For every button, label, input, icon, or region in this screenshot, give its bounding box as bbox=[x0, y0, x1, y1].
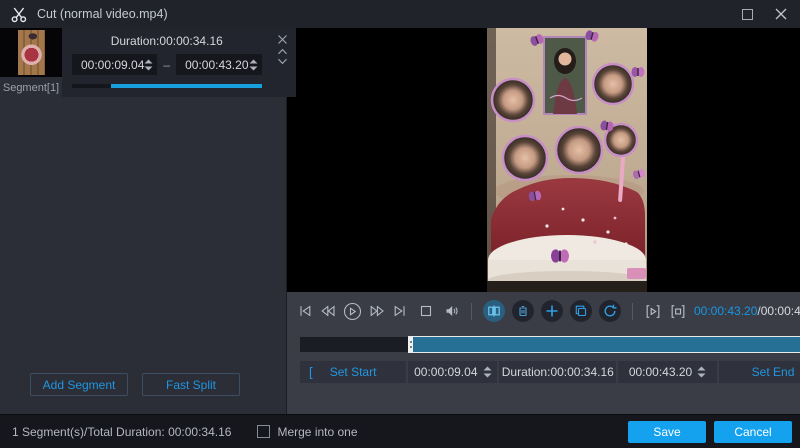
stop-segment-icon bbox=[671, 304, 685, 318]
set-end-button[interactable]: Set End ] bbox=[718, 361, 800, 383]
segment-duration: Duration:00:00:34.16 bbox=[110, 34, 223, 48]
timeline-start-handle[interactable] bbox=[408, 337, 414, 352]
start-time-value: 00:00:09.04 bbox=[414, 365, 478, 379]
play-segment-button[interactable] bbox=[644, 303, 662, 320]
split-icon bbox=[488, 305, 500, 317]
add-segment-icon-button[interactable] bbox=[541, 300, 563, 322]
spin-down-icon[interactable] bbox=[483, 373, 492, 378]
segments-summary: 1 Segment(s)/Total Duration: 00:00:34.16 bbox=[12, 424, 232, 439]
reset-icon bbox=[604, 304, 617, 317]
segment-progress-bar bbox=[72, 84, 262, 88]
chevron-down-icon bbox=[278, 58, 287, 65]
fast-forward-button[interactable] bbox=[369, 303, 385, 319]
end-time-input[interactable]: 00:00:43.20 bbox=[618, 361, 717, 383]
spin-down-icon[interactable] bbox=[249, 66, 258, 71]
volume-icon bbox=[446, 306, 458, 316]
fast-forward-icon bbox=[370, 305, 384, 317]
timeline[interactable] bbox=[300, 330, 800, 354]
cancel-button[interactable]: Cancel bbox=[714, 420, 792, 443]
segment-start-input[interactable]: 00:00:09.04 bbox=[72, 54, 158, 75]
merge-label: Merge into one bbox=[277, 424, 358, 439]
set-start-button[interactable]: [ Set Start bbox=[300, 361, 407, 383]
add-segment-button[interactable]: Add Segment bbox=[30, 373, 128, 396]
segment-progress-fill bbox=[110, 84, 262, 88]
divider bbox=[471, 302, 472, 320]
segments-panel: Segment[1] Duration:00:00:34.16 00:00:09… bbox=[0, 28, 296, 414]
segment-start-value: 00:00:09.04 bbox=[81, 57, 145, 72]
close-button[interactable] bbox=[772, 5, 790, 23]
player-controls: 00:00:43.20/00:00:44.05 [ S bbox=[287, 292, 800, 414]
skip-end-button[interactable] bbox=[392, 303, 408, 319]
segment-thumbnail[interactable] bbox=[0, 28, 62, 77]
start-time-input[interactable]: 00:00:09.04 bbox=[408, 361, 498, 383]
set-end-label: Set End bbox=[751, 365, 795, 379]
divider bbox=[632, 302, 633, 320]
trim-duration: Duration:00:00:34.16 bbox=[499, 361, 617, 383]
spin-up-icon[interactable] bbox=[249, 59, 258, 64]
play-icon bbox=[343, 302, 362, 320]
cut-dialog: Cut (normal video.mp4) Segment[1] Durati… bbox=[0, 0, 800, 448]
skip-start-icon bbox=[300, 305, 311, 317]
maximize-button[interactable] bbox=[738, 5, 756, 23]
total-time: /00:00:44.05 bbox=[757, 304, 800, 318]
segment-end-input[interactable]: 00:00:43.20 bbox=[176, 54, 262, 75]
spin-down-icon[interactable] bbox=[697, 373, 706, 378]
time-range-dash: – bbox=[163, 57, 171, 72]
fast-split-button[interactable]: Fast Split bbox=[142, 373, 240, 396]
timeline-selection[interactable] bbox=[408, 336, 800, 353]
close-icon bbox=[278, 35, 287, 44]
play-button[interactable] bbox=[343, 302, 362, 321]
end-time-value: 00:00:43.20 bbox=[628, 365, 693, 379]
video-frame bbox=[486, 28, 647, 292]
chevron-up-icon bbox=[278, 48, 287, 55]
rewind-icon bbox=[321, 305, 335, 317]
video-preview[interactable] bbox=[287, 28, 800, 292]
copy-segment-button[interactable] bbox=[570, 300, 592, 322]
plus-icon bbox=[546, 305, 558, 317]
spin-down-icon[interactable] bbox=[144, 66, 153, 71]
segment-remove-button[interactable] bbox=[277, 34, 288, 45]
spin-up-icon[interactable] bbox=[144, 59, 153, 64]
preview-area: 00:00:43.20/00:00:44.05 [ S bbox=[287, 28, 800, 414]
segment-move-up-button[interactable] bbox=[277, 48, 288, 55]
trim-bar: [ Set Start 00:00:09.04 Duration:00:00:3… bbox=[300, 361, 800, 383]
stop-segment-button[interactable] bbox=[669, 303, 687, 320]
maximize-icon bbox=[741, 8, 753, 20]
play-segment-icon bbox=[646, 304, 660, 318]
footer-bar: 1 Segment(s)/Total Duration: 00:00:34.16… bbox=[0, 414, 800, 448]
rewind-button[interactable] bbox=[320, 303, 336, 319]
trim-duration-value: Duration:00:00:34.16 bbox=[501, 365, 614, 379]
timeline-track[interactable] bbox=[300, 336, 800, 353]
time-display: 00:00:43.20/00:00:44.05 bbox=[694, 304, 800, 318]
set-start-label: Set Start bbox=[329, 365, 377, 379]
split-segment-button[interactable] bbox=[483, 300, 505, 322]
window-title: Cut (normal video.mp4) bbox=[37, 7, 168, 21]
spin-up-icon[interactable] bbox=[697, 366, 706, 371]
save-button[interactable]: Save bbox=[628, 420, 706, 443]
stop-button[interactable] bbox=[418, 303, 434, 319]
stop-icon bbox=[420, 305, 432, 317]
video-thumbnail-image bbox=[17, 30, 45, 75]
current-time: 00:00:43.20 bbox=[694, 304, 758, 318]
segment-label: Segment[1] bbox=[2, 82, 60, 94]
spin-up-icon[interactable] bbox=[483, 366, 492, 371]
trash-icon bbox=[519, 305, 527, 317]
titlebar: Cut (normal video.mp4) bbox=[0, 0, 800, 28]
skip-start-button[interactable] bbox=[297, 303, 313, 319]
open-bracket: [ bbox=[309, 364, 313, 380]
segment-card[interactable]: Segment[1] Duration:00:00:34.16 00:00:09… bbox=[0, 28, 296, 97]
segment-end-value: 00:00:43.20 bbox=[185, 57, 249, 72]
delete-segment-button[interactable] bbox=[512, 300, 534, 322]
scissors-icon bbox=[11, 7, 27, 22]
skip-end-icon bbox=[394, 305, 405, 317]
segment-move-down-button[interactable] bbox=[277, 58, 288, 65]
reset-button[interactable] bbox=[599, 300, 621, 322]
close-icon bbox=[775, 8, 787, 20]
volume-button[interactable] bbox=[444, 303, 460, 319]
copy-icon bbox=[575, 305, 587, 317]
merge-into-one-option[interactable]: Merge into one bbox=[257, 424, 358, 439]
merge-checkbox[interactable] bbox=[257, 425, 271, 438]
